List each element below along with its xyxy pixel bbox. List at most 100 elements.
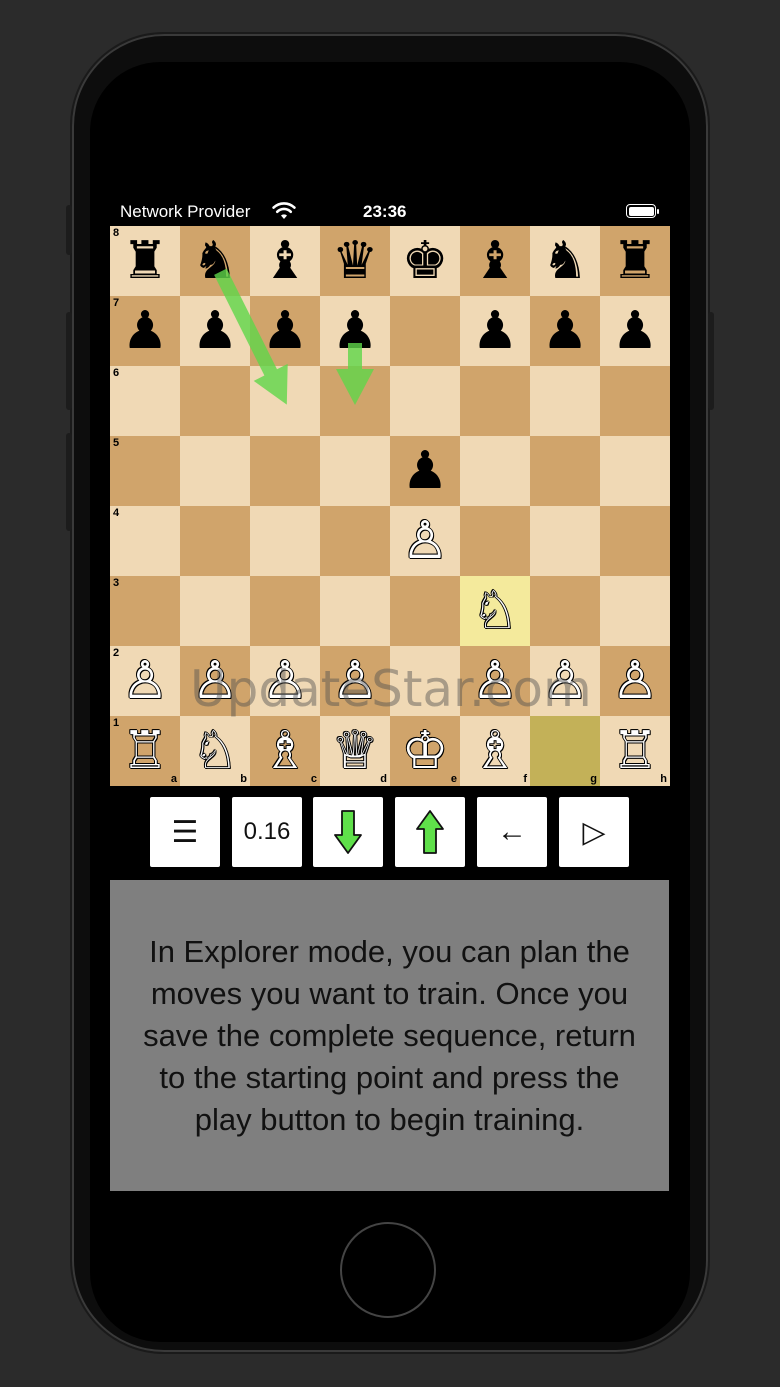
square-e5[interactable]: ♟ bbox=[390, 436, 460, 506]
menu-button[interactable]: ☰ bbox=[150, 797, 220, 867]
piece-black-e8[interactable]: ♚ bbox=[390, 226, 460, 296]
square-e6[interactable] bbox=[390, 366, 460, 436]
square-h8[interactable]: ♜ bbox=[600, 226, 670, 296]
piece-black-g7[interactable]: ♟ bbox=[530, 296, 600, 366]
piece-white-f3[interactable]: ♘ bbox=[460, 576, 530, 646]
piece-black-f7[interactable]: ♟ bbox=[460, 296, 530, 366]
square-g5[interactable] bbox=[530, 436, 600, 506]
square-e8[interactable]: ♚ bbox=[390, 226, 460, 296]
square-g2[interactable]: ♙ bbox=[530, 646, 600, 716]
square-d1[interactable]: ♕ d bbox=[320, 716, 390, 786]
square-e3[interactable] bbox=[390, 576, 460, 646]
square-g8[interactable]: ♞ bbox=[530, 226, 600, 296]
piece-black-d8[interactable]: ♛ bbox=[320, 226, 390, 296]
square-c7[interactable]: ♟ bbox=[250, 296, 320, 366]
square-b4[interactable] bbox=[180, 506, 250, 576]
square-h7[interactable]: ♟ bbox=[600, 296, 670, 366]
square-a1[interactable]: ♖ 1 a bbox=[110, 716, 180, 786]
move-down-button[interactable] bbox=[313, 797, 383, 867]
piece-white-a1[interactable]: ♖ bbox=[110, 716, 180, 786]
piece-black-h8[interactable]: ♜ bbox=[600, 226, 670, 296]
square-d7[interactable]: ♟ bbox=[320, 296, 390, 366]
square-e2[interactable] bbox=[390, 646, 460, 716]
piece-white-f1[interactable]: ♗ bbox=[460, 716, 530, 786]
square-d8[interactable]: ♛ bbox=[320, 226, 390, 296]
square-a7[interactable]: ♟ 7 bbox=[110, 296, 180, 366]
square-d5[interactable] bbox=[320, 436, 390, 506]
back-button[interactable]: ← bbox=[477, 797, 547, 867]
piece-black-a8[interactable]: ♜ bbox=[110, 226, 180, 296]
square-f8[interactable]: ♝ bbox=[460, 226, 530, 296]
chess-board[interactable]: ♜ 8 ♞ ♝ ♛ ♚ ♝ ♞ ♜ ♟ 7 ♟ ♟ ♟ ♟ ♟ ♟ 6 5 ♟ 4 ♙ 3 ♘ ♙ 2 ♙ ♙ ♙ ♙ ♙ ♙ ♖ 1 a ♘ b ♗ c ♕… bbox=[110, 226, 670, 786]
piece-black-h7[interactable]: ♟ bbox=[600, 296, 670, 366]
square-g4[interactable] bbox=[530, 506, 600, 576]
piece-black-e5[interactable]: ♟ bbox=[390, 436, 460, 506]
square-c5[interactable] bbox=[250, 436, 320, 506]
piece-white-g2[interactable]: ♙ bbox=[530, 646, 600, 716]
piece-black-b7[interactable]: ♟ bbox=[180, 296, 250, 366]
square-e1[interactable]: ♔ e bbox=[390, 716, 460, 786]
square-d4[interactable] bbox=[320, 506, 390, 576]
square-d3[interactable] bbox=[320, 576, 390, 646]
square-c3[interactable] bbox=[250, 576, 320, 646]
square-f3[interactable]: ♘ bbox=[460, 576, 530, 646]
square-d2[interactable]: ♙ bbox=[320, 646, 390, 716]
square-h3[interactable] bbox=[600, 576, 670, 646]
evaluation-button[interactable]: 0.16 bbox=[232, 797, 302, 867]
piece-white-h2[interactable]: ♙ bbox=[600, 646, 670, 716]
square-h5[interactable] bbox=[600, 436, 670, 506]
square-f7[interactable]: ♟ bbox=[460, 296, 530, 366]
square-c2[interactable]: ♙ bbox=[250, 646, 320, 716]
piece-white-f2[interactable]: ♙ bbox=[460, 646, 530, 716]
square-e7[interactable] bbox=[390, 296, 460, 366]
square-d6[interactable] bbox=[320, 366, 390, 436]
square-b6[interactable] bbox=[180, 366, 250, 436]
square-f2[interactable]: ♙ bbox=[460, 646, 530, 716]
piece-black-c7[interactable]: ♟ bbox=[250, 296, 320, 366]
piece-white-c1[interactable]: ♗ bbox=[250, 716, 320, 786]
piece-black-d7[interactable]: ♟ bbox=[320, 296, 390, 366]
piece-white-e4[interactable]: ♙ bbox=[390, 506, 460, 576]
square-a3[interactable]: 3 bbox=[110, 576, 180, 646]
square-f1[interactable]: ♗ f bbox=[460, 716, 530, 786]
square-c8[interactable]: ♝ bbox=[250, 226, 320, 296]
piece-black-a7[interactable]: ♟ bbox=[110, 296, 180, 366]
square-h2[interactable]: ♙ bbox=[600, 646, 670, 716]
square-c4[interactable] bbox=[250, 506, 320, 576]
square-b7[interactable]: ♟ bbox=[180, 296, 250, 366]
piece-black-f8[interactable]: ♝ bbox=[460, 226, 530, 296]
piece-black-g8[interactable]: ♞ bbox=[530, 226, 600, 296]
square-b3[interactable] bbox=[180, 576, 250, 646]
square-a4[interactable]: 4 bbox=[110, 506, 180, 576]
piece-white-b2[interactable]: ♙ bbox=[180, 646, 250, 716]
square-c1[interactable]: ♗ c bbox=[250, 716, 320, 786]
piece-white-a2[interactable]: ♙ bbox=[110, 646, 180, 716]
square-g6[interactable] bbox=[530, 366, 600, 436]
square-h6[interactable] bbox=[600, 366, 670, 436]
square-h4[interactable] bbox=[600, 506, 670, 576]
piece-white-d2[interactable]: ♙ bbox=[320, 646, 390, 716]
piece-black-c8[interactable]: ♝ bbox=[250, 226, 320, 296]
square-a5[interactable]: 5 bbox=[110, 436, 180, 506]
square-a6[interactable]: 6 bbox=[110, 366, 180, 436]
square-b1[interactable]: ♘ b bbox=[180, 716, 250, 786]
square-a8[interactable]: ♜ 8 bbox=[110, 226, 180, 296]
square-e4[interactable]: ♙ bbox=[390, 506, 460, 576]
square-a2[interactable]: ♙ 2 bbox=[110, 646, 180, 716]
square-f6[interactable] bbox=[460, 366, 530, 436]
square-b5[interactable] bbox=[180, 436, 250, 506]
piece-white-e1[interactable]: ♔ bbox=[390, 716, 460, 786]
square-b8[interactable]: ♞ bbox=[180, 226, 250, 296]
square-f5[interactable] bbox=[460, 436, 530, 506]
home-button[interactable] bbox=[340, 1222, 436, 1318]
square-g7[interactable]: ♟ bbox=[530, 296, 600, 366]
play-button[interactable]: ▷ bbox=[559, 797, 629, 867]
square-c6[interactable] bbox=[250, 366, 320, 436]
move-up-button[interactable] bbox=[395, 797, 465, 867]
piece-white-c2[interactable]: ♙ bbox=[250, 646, 320, 716]
square-g1[interactable]: g bbox=[530, 716, 600, 786]
square-g3[interactable] bbox=[530, 576, 600, 646]
square-h1[interactable]: ♖ h bbox=[600, 716, 670, 786]
piece-black-b8[interactable]: ♞ bbox=[180, 226, 250, 296]
square-f4[interactable] bbox=[460, 506, 530, 576]
